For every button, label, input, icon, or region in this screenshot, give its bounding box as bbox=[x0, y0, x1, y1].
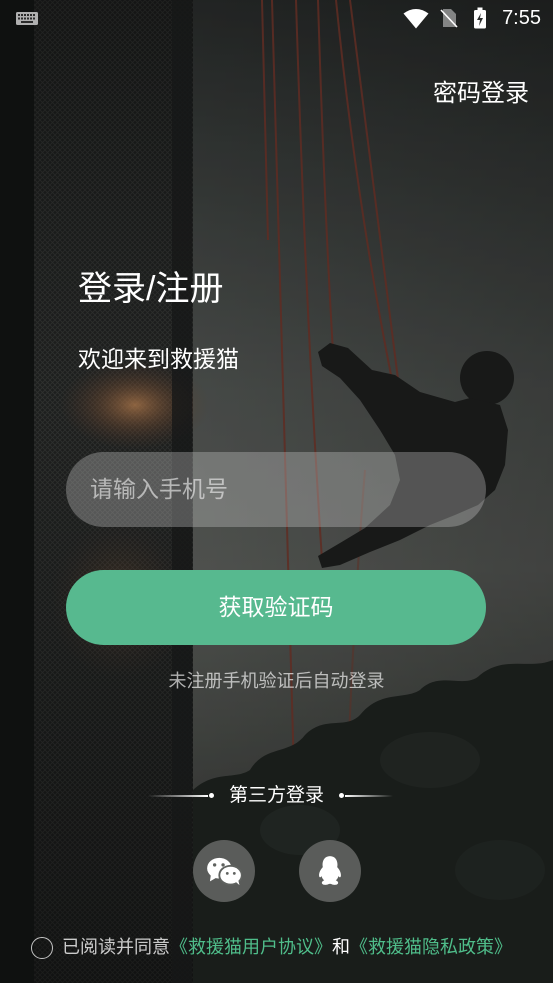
qq-login-button[interactable] bbox=[299, 840, 361, 902]
agreement-prefix: 已阅读并同意 bbox=[62, 937, 170, 957]
page-subtitle: 欢迎来到救援猫 bbox=[78, 346, 239, 372]
agreement-conjunction: 和 bbox=[332, 937, 350, 957]
password-login-link[interactable]: 密码登录 bbox=[433, 80, 529, 108]
no-sim-icon bbox=[440, 8, 458, 33]
phone-input[interactable] bbox=[66, 452, 486, 527]
agreement-checkbox[interactable] bbox=[31, 937, 53, 959]
keyboard-icon bbox=[16, 12, 38, 30]
get-code-button[interactable]: 获取验证码 bbox=[66, 570, 486, 645]
third-party-label: 第三方登录 bbox=[228, 785, 324, 806]
battery-charging-icon bbox=[473, 7, 487, 34]
status-time: 7:55 bbox=[502, 7, 541, 29]
agreement-text: 已阅读并同意《救援猫用户协议》和《救援猫隐私政策》 bbox=[62, 935, 512, 959]
wifi-icon bbox=[403, 9, 429, 34]
qq-icon bbox=[316, 855, 344, 887]
page-title: 登录/注册 bbox=[78, 270, 224, 308]
login-screen: 7:55 密码登录 登录/注册 欢迎来到救援猫 获取验证码 未注册手机验证后自动… bbox=[0, 0, 553, 983]
privacy-policy-link[interactable]: 《救援猫隐私政策》 bbox=[350, 937, 512, 957]
auto-register-hint: 未注册手机验证后自动登录 bbox=[168, 671, 385, 691]
wechat-icon bbox=[206, 856, 243, 886]
divider-line-right bbox=[345, 795, 393, 797]
wechat-login-button[interactable] bbox=[193, 840, 255, 902]
divider-dot-right bbox=[339, 793, 344, 798]
user-agreement-link[interactable]: 《救援猫用户协议》 bbox=[170, 937, 332, 957]
